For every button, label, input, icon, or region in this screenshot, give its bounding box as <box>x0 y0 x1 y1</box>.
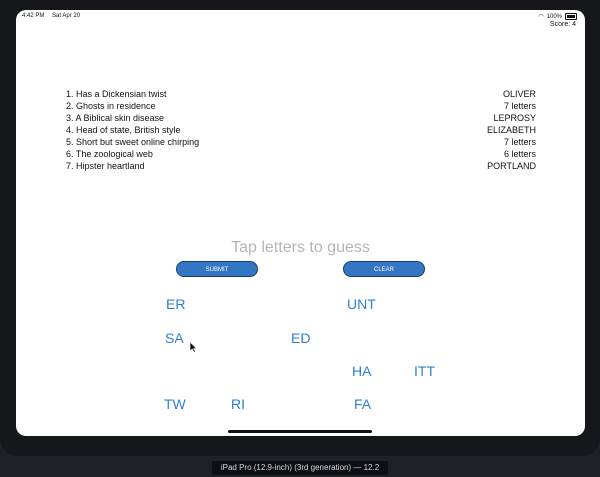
clue-list: 1. Has a Dickensian twist OLIVER 2. Ghos… <box>66 88 536 172</box>
letter-tile[interactable]: ED <box>291 330 310 346</box>
clue-answer: OLIVER <box>502 89 536 99</box>
clue-text: 6. The zoological web <box>66 149 153 159</box>
device-label: iPad Pro (12.9-inch) (3rd generation) — … <box>212 461 388 475</box>
clue-row: 2. Ghosts in residence 7 letters <box>66 100 536 112</box>
letter-tile[interactable]: TW <box>164 396 186 412</box>
clue-row: 4. Head of state, British style ELIZABET… <box>66 124 536 136</box>
letter-tile[interactable]: ITT <box>414 363 435 379</box>
clue-answer: ELIZABETH <box>486 125 536 135</box>
guess-placeholder: Tap letters to guess <box>231 239 370 256</box>
status-time: 4:42 PM <box>22 13 45 19</box>
clue-answer: 7 letters <box>503 101 536 111</box>
submit-button[interactable]: SUBMIT <box>176 261 258 277</box>
battery-percent: 100% <box>546 13 562 20</box>
clue-row: 3. A Biblical skin disease LEPROSY <box>66 112 536 124</box>
letter-tile[interactable]: HA <box>352 363 371 379</box>
clue-row: 5. Short but sweet online chirping 7 let… <box>66 136 536 148</box>
letter-tile[interactable]: ER <box>166 296 185 312</box>
letter-tile[interactable]: RI <box>231 396 245 412</box>
clue-answer: LEPROSY <box>493 113 536 123</box>
score-label: Score: 4 <box>549 21 576 28</box>
app-screen: 4:42 PM Sat Apr 20 ◠ 100% Score: 4 1. Ha… <box>16 10 585 436</box>
clue-text: 4. Head of state, British style <box>66 125 181 135</box>
clue-answer: 6 letters <box>503 149 536 159</box>
clue-row: 6. The zoological web 6 letters <box>66 148 536 160</box>
clue-row: 1. Has a Dickensian twist OLIVER <box>66 88 536 100</box>
device-frame: 4:42 PM Sat Apr 20 ◠ 100% Score: 4 1. Ha… <box>0 0 600 456</box>
clue-text: 1. Has a Dickensian twist <box>66 89 167 99</box>
clue-text: 5. Short but sweet online chirping <box>66 137 200 147</box>
letter-tile[interactable]: SA <box>165 330 184 346</box>
clue-text: 3. A Biblical skin disease <box>66 113 165 123</box>
clue-answer: 7 letters <box>503 137 536 147</box>
clue-row: 7. Hipster heartland PORTLAND <box>66 160 536 172</box>
status-bar: 4:42 PM Sat Apr 20 ◠ 100% <box>16 10 585 22</box>
letter-tile[interactable]: UNT <box>347 296 376 312</box>
letter-tile[interactable]: FA <box>354 396 371 412</box>
clear-button[interactable]: CLEAR <box>343 261 425 277</box>
battery-icon <box>565 13 577 20</box>
wifi-icon: ◠ <box>538 14 544 20</box>
clue-text: 7. Hipster heartland <box>66 161 145 171</box>
clue-text: 2. Ghosts in residence <box>66 101 156 111</box>
clue-answer: PORTLAND <box>487 161 536 171</box>
mouse-pointer-icon <box>190 342 198 353</box>
home-indicator[interactable] <box>228 430 372 433</box>
status-date: Sat Apr 20 <box>52 13 81 19</box>
